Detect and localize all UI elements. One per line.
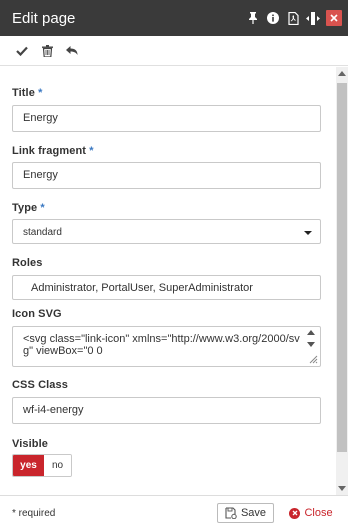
chevron-down-icon <box>304 231 312 235</box>
scroll-down-icon[interactable] <box>307 342 315 347</box>
save-button-label: Save <box>240 507 267 519</box>
title-input[interactable]: Energy <box>12 105 321 132</box>
expand-width-icon[interactable] <box>304 10 322 26</box>
window-titlebar: Edit page <box>0 0 348 36</box>
icon-svg-text: <svg class="link-icon" xmlns="http://www… <box>23 333 300 357</box>
link-fragment-label: Link fragment * <box>12 145 94 157</box>
type-select[interactable]: standard <box>12 219 321 244</box>
icon-svg-label: Icon SVG <box>12 308 62 320</box>
visible-no-button[interactable]: no <box>44 455 71 476</box>
required-note: * required <box>12 508 56 519</box>
checkmark-icon[interactable] <box>14 43 30 59</box>
visible-toggle: yes no <box>12 454 72 477</box>
link-fragment-input[interactable]: Energy <box>12 162 321 189</box>
type-label: Type * <box>12 202 45 214</box>
dialog-footer: * required Save Close <box>0 495 348 527</box>
title-label: Title * <box>12 87 43 99</box>
scroll-up-icon[interactable] <box>307 330 315 335</box>
icon-svg-textarea[interactable]: <svg class="link-icon" xmlns="http://www… <box>12 326 321 367</box>
close-button-label: Close <box>304 507 333 519</box>
resize-grip-icon[interactable] <box>309 355 318 364</box>
type-select-value: standard <box>23 227 62 238</box>
trash-icon[interactable] <box>39 43 55 59</box>
close-circle-icon <box>289 507 301 519</box>
titlebar-icons <box>242 10 342 26</box>
css-class-label: CSS Class <box>12 379 68 391</box>
scroll-up-arrow-icon[interactable] <box>338 71 346 76</box>
info-icon[interactable] <box>264 10 282 26</box>
action-toolbar <box>0 36 348 66</box>
roles-input[interactable]: Administrator, PortalUser, SuperAdminist… <box>12 275 321 300</box>
form-scroll-area[interactable]: Title * Energy Link fragment * Energy Ty… <box>0 67 336 495</box>
roles-label: Roles <box>12 257 43 269</box>
visible-yes-button[interactable]: yes <box>13 455 44 476</box>
pdf-icon[interactable] <box>284 10 302 26</box>
visible-label: Visible <box>12 438 48 450</box>
save-icon <box>225 507 237 519</box>
close-button[interactable]: Close <box>285 503 337 523</box>
undo-icon[interactable] <box>64 43 80 59</box>
scrollbar-thumb[interactable] <box>337 83 347 452</box>
scrollbar[interactable] <box>336 67 348 495</box>
save-button[interactable]: Save <box>217 503 274 523</box>
css-class-input[interactable]: wf-i4-energy <box>12 397 321 424</box>
window-title: Edit page <box>12 10 76 27</box>
pin-icon[interactable] <box>244 10 262 26</box>
scroll-down-arrow-icon[interactable] <box>338 486 346 491</box>
close-icon[interactable] <box>326 10 342 26</box>
